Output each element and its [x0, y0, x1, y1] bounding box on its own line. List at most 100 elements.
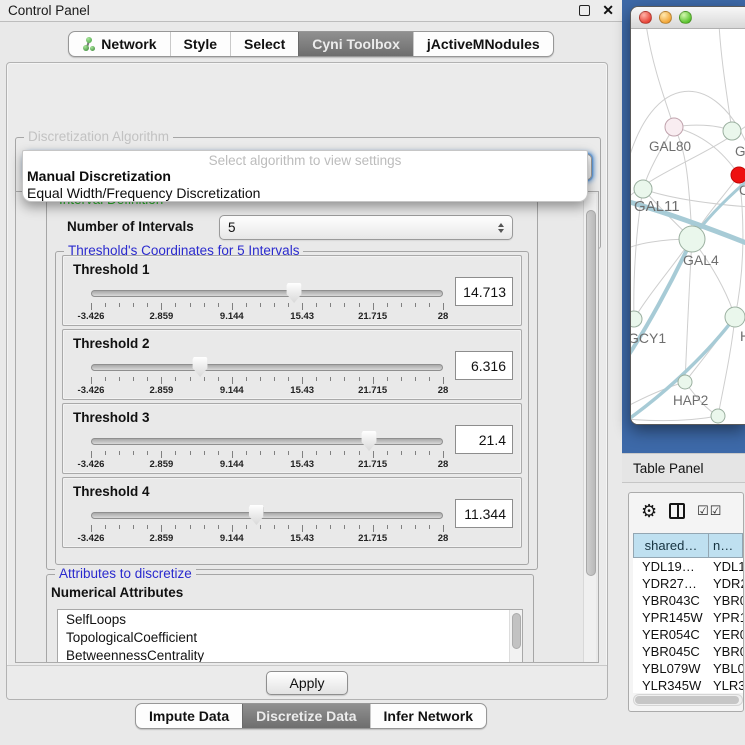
label-partial-ga: GA: [735, 144, 745, 159]
table-panel-title: Table Panel: [633, 461, 704, 476]
table-panel: ⚙ ☑☑ shared… n… YDL19…YDL1YDR27…YDR2YBR0…: [628, 492, 744, 712]
float-window-icon[interactable]: [579, 5, 590, 16]
algorithm-option-manual[interactable]: Manual Discretization: [23, 168, 587, 185]
tab-network[interactable]: Network: [69, 32, 169, 56]
attribute-list-item[interactable]: SelfLoops: [58, 610, 522, 628]
node-gal80[interactable]: [665, 118, 683, 136]
tick-mark: [105, 525, 106, 529]
table-row[interactable]: YDR27…YDR2: [633, 575, 743, 592]
table-row[interactable]: YBR045CYBR0: [633, 643, 743, 660]
table-row[interactable]: YDL19…YDL1: [633, 558, 743, 575]
tick-mark: [147, 525, 148, 529]
tab-infer-network[interactable]: Infer Network: [370, 704, 486, 728]
checkbox-checked-icons[interactable]: ☑☑: [697, 503, 722, 519]
gear-icon[interactable]: ⚙: [641, 502, 657, 520]
attributes-scrollbar-thumb[interactable]: [512, 613, 521, 649]
threshold-slider-track[interactable]: [91, 364, 443, 371]
tab-style[interactable]: Style: [170, 32, 230, 56]
tick-label: 15.43: [290, 311, 314, 322]
panel-scrollbar-thumb[interactable]: [586, 210, 596, 576]
close-icon[interactable]: ✕: [602, 2, 614, 19]
tab-discretize-data[interactable]: Discretize Data: [242, 704, 369, 728]
table-row[interactable]: YBL079WYBL0: [633, 660, 743, 677]
tick-mark: [175, 451, 176, 455]
tick-mark: [133, 525, 134, 529]
tick-mark: [246, 377, 247, 381]
tick-label: 2.859: [150, 459, 174, 470]
threshold-slider-thumb[interactable]: [193, 357, 208, 377]
node-h[interactable]: [725, 307, 745, 327]
tick-mark: [190, 451, 191, 455]
attributes-to-discretize-group: Attributes to discretize Numerical Attri…: [46, 574, 534, 663]
attribute-list-item[interactable]: TopologicalCoefficient: [58, 628, 522, 646]
node-red-selected[interactable]: [731, 167, 745, 183]
node-gal4[interactable]: [679, 226, 705, 252]
table-row[interactable]: YPR145WYPR1: [633, 609, 743, 626]
table-panel-titlebar: Table Panel: [622, 453, 745, 483]
tick-mark: [401, 377, 402, 381]
tick-mark: [246, 303, 247, 307]
numerical-attributes-label: Numerical Attributes: [51, 585, 183, 600]
tick-mark: [330, 451, 331, 455]
apply-button[interactable]: Apply: [266, 671, 347, 695]
tab-impute-data-label: Impute Data: [149, 708, 229, 724]
tick-label: 15.43: [290, 459, 314, 470]
table-row[interactable]: YLR345WYLR3: [633, 677, 743, 693]
attribute-list-item[interactable]: BetweennessCentrality: [58, 646, 522, 663]
tick-mark: [387, 377, 388, 381]
column-header-name[interactable]: n…: [709, 533, 743, 558]
threshold-coordinates-group: Threshold's Coordinates for 5 Intervals …: [55, 251, 529, 565]
threshold-slider-thumb[interactable]: [362, 431, 377, 451]
column-header-shared-name[interactable]: shared…: [633, 533, 709, 558]
tab-select[interactable]: Select: [230, 32, 298, 56]
threshold-slider-thumb[interactable]: [249, 505, 264, 525]
threshold-value-field[interactable]: 6.316: [455, 351, 513, 380]
table-hscrollbar-thumb[interactable]: [635, 696, 739, 704]
threshold-slider-track[interactable]: [91, 438, 443, 445]
network-canvas[interactable]: GAL80 GA C GAL11 GAL4 GCY1 H HAP2: [631, 29, 745, 425]
node-bottom[interactable]: [711, 409, 725, 423]
tick-mark: [274, 451, 275, 455]
tab-impute-data[interactable]: Impute Data: [136, 704, 242, 728]
split-columns-icon[interactable]: [669, 503, 685, 519]
network-nodes[interactable]: [631, 118, 745, 423]
threshold-label: Threshold 3: [73, 410, 150, 425]
node-gcy1[interactable]: [631, 311, 642, 327]
table-row[interactable]: YBR043CYBR0: [633, 592, 743, 609]
zoom-traffic-light-icon[interactable]: [679, 11, 692, 24]
tick-mark: [302, 451, 303, 458]
threshold-slider-thumb[interactable]: [287, 283, 302, 303]
table-row[interactable]: YER054CYER0: [633, 626, 743, 643]
label-gcy1: GCY1: [631, 330, 666, 346]
node-hap2[interactable]: [678, 375, 692, 389]
tick-mark: [344, 377, 345, 381]
node-top-right[interactable]: [723, 122, 741, 140]
tick-mark: [105, 303, 106, 307]
tab-cyni-toolbox[interactable]: Cyni Toolbox: [298, 32, 413, 56]
tick-mark: [232, 377, 233, 384]
tab-infer-network-label: Infer Network: [384, 708, 473, 724]
network-window-titlebar[interactable]: [631, 7, 745, 29]
node-gal11[interactable]: [634, 180, 652, 198]
threshold-slider-track[interactable]: [91, 290, 443, 297]
algorithm-dropdown-popup: Select algorithm to view settings Manual…: [22, 150, 588, 202]
tick-label: 9.144: [220, 459, 244, 470]
minimize-traffic-light-icon[interactable]: [659, 11, 672, 24]
tick-label: -3.426: [78, 385, 105, 396]
tick-mark: [359, 525, 360, 529]
tab-jactivemnodules[interactable]: jActiveMNodules: [413, 32, 553, 56]
threshold-slider-track[interactable]: [91, 512, 443, 519]
number-of-intervals-combobox[interactable]: 5: [219, 215, 513, 240]
tick-mark: [415, 303, 416, 307]
algorithm-option-equal-width[interactable]: Equal Width/Frequency Discretization: [23, 185, 587, 202]
tick-mark: [232, 525, 233, 532]
tick-mark: [133, 303, 134, 307]
label-hap2: HAP2: [673, 393, 708, 408]
tick-mark: [190, 525, 191, 529]
threshold-value-field[interactable]: 14.713: [455, 277, 513, 306]
tick-mark: [443, 303, 444, 310]
slider-tick-labels: -3.4262.8599.14415.4321.71528: [91, 459, 443, 471]
threshold-value-field[interactable]: 21.4: [455, 425, 513, 454]
close-traffic-light-icon[interactable]: [639, 11, 652, 24]
threshold-value-field[interactable]: 11.344: [455, 499, 513, 528]
